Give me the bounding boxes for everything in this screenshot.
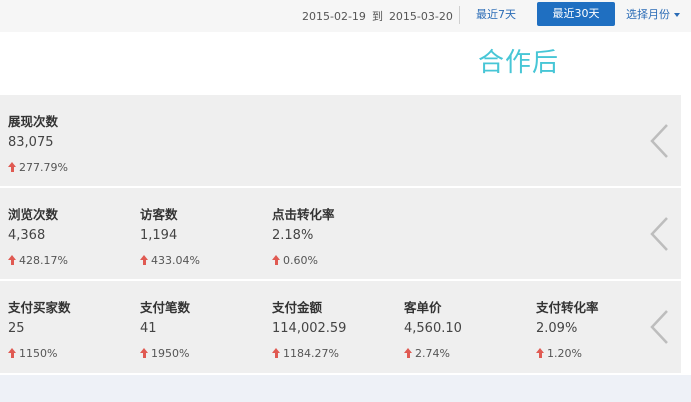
metric-change: 433.04% [140,254,200,267]
last-7-days-button[interactable]: 最近7天 [470,4,522,26]
metric-label: 客单价 [404,300,442,315]
right-gutter [681,95,691,375]
date-range[interactable]: 2015-02-19 到 2015-03-20 [302,8,453,24]
metric-change: 0.60% [272,254,318,267]
metric-value: 41 [140,321,157,336]
arrow-up-icon [140,255,148,265]
arrow-up-icon [8,162,16,172]
metric-label: 支付金额 [272,300,323,315]
date-end: 2015-03-20 [388,10,453,23]
metric-value: 4,368 [8,228,46,243]
header-area [0,32,691,95]
metric-change-value: 1150% [19,347,58,360]
metric-change: 1950% [140,347,189,360]
chevron-left-icon[interactable] [647,216,671,252]
metric-value: 1,194 [140,228,178,243]
metric-label: 支付买家数 [8,300,71,315]
metric-change: 277.79% [8,161,68,174]
metric-change-value: 1.20% [547,347,582,360]
arrow-up-icon [8,348,16,358]
metric-value: 25 [8,321,25,336]
metric-change: 2.74% [404,347,450,360]
metric-value: 83,075 [8,135,54,150]
arrow-up-icon [272,255,280,265]
metric-change: 428.17% [8,254,68,267]
metric-value: 4,560.10 [404,321,462,336]
arrow-up-icon [140,348,148,358]
metric-value: 2.09% [536,321,578,336]
arrow-up-icon [404,348,412,358]
metric-value: 114,002.59 [272,321,347,336]
caret-down-icon [674,13,680,17]
metric-change-value: 1950% [151,347,190,360]
metric-label: 支付转化率 [536,300,599,315]
metric-change-value: 2.74% [415,347,450,360]
metrics-panel-traffic: 浏览次数 4,368 428.17% 访客数 1,194 433.04% 点击转… [0,188,681,281]
date-toolbar: 2015-02-19 到 2015-03-20 最近7天 最近30天 选择月份 [0,0,691,32]
metric-label: 展现次数 [8,114,59,129]
metrics-panel-exposure: 展现次数 83,075 277.79% [0,95,681,188]
month-select-label: 选择月份 [626,8,670,21]
month-select-dropdown[interactable]: 选择月份 [626,4,680,26]
chevron-left-icon[interactable] [647,123,671,159]
metric-change-value: 0.60% [283,254,318,267]
metric-change: 1.20% [536,347,582,360]
metric-change-value: 428.17% [19,254,68,267]
metric-change-value: 1184.27% [283,347,339,360]
last-30-days-button[interactable]: 最近30天 [537,2,615,26]
banner-title: 合作后 [478,48,560,78]
metric-label: 浏览次数 [8,207,59,222]
metric-change-value: 277.79% [19,161,68,174]
toolbar-divider [459,6,460,24]
date-separator: 到 [371,10,383,23]
date-start: 2015-02-19 [302,10,366,23]
metric-label: 点击转化率 [272,207,335,222]
metric-change: 1150% [8,347,57,360]
chevron-left-icon[interactable] [647,309,671,345]
arrow-up-icon [272,348,280,358]
metric-label: 访客数 [140,207,178,222]
dashboard-page: 2015-02-19 到 2015-03-20 最近7天 最近30天 选择月份 合作… [0,0,691,402]
metrics-panel-payment: 支付买家数 25 1150% 支付笔数 41 1950% 支付金额 114,00… [0,281,681,375]
arrow-up-icon [8,255,16,265]
arrow-up-icon [536,348,544,358]
metric-value: 2.18% [272,228,314,243]
metric-change: 1184.27% [272,347,339,360]
metric-label: 支付笔数 [140,300,191,315]
metric-change-value: 433.04% [151,254,200,267]
